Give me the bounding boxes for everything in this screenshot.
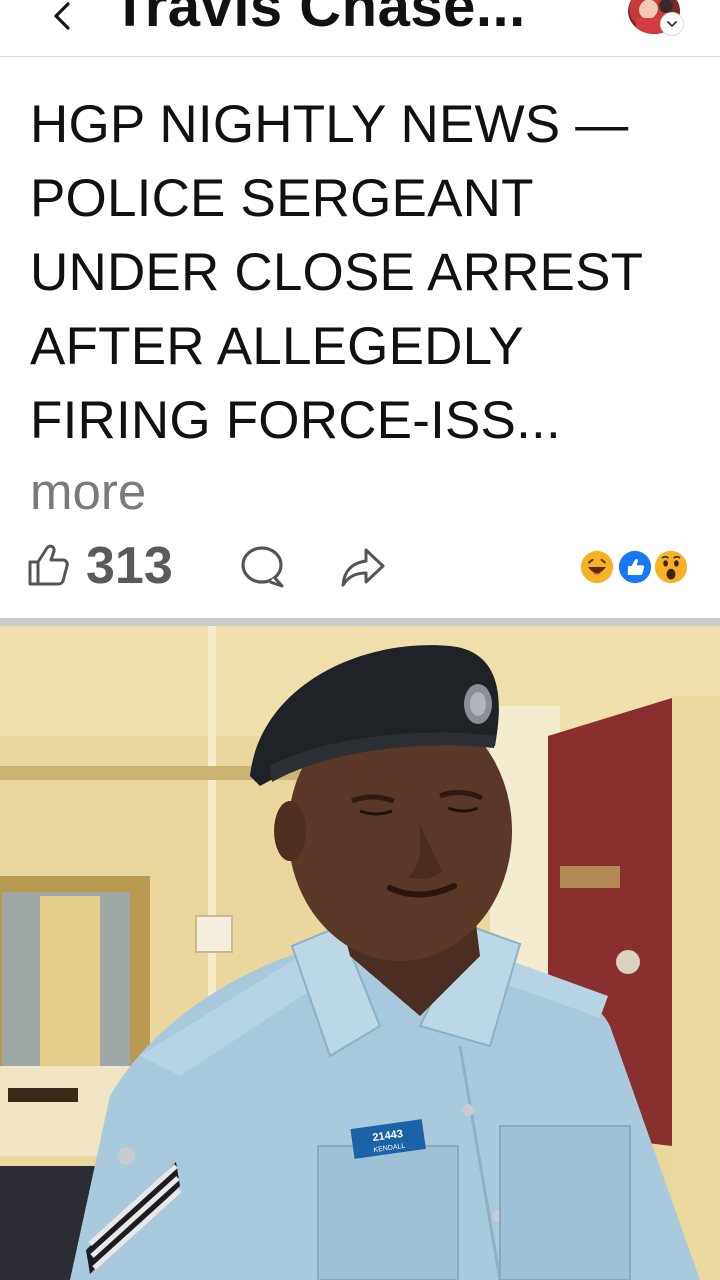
page-title[interactable]: Travis Chase... [112,0,622,42]
chevron-down-icon[interactable] [660,12,684,36]
post-text-line: FIRING FORCE-ISS... [30,391,561,450]
like-reaction [616,548,654,586]
section-divider [0,618,720,626]
comment-icon[interactable] [238,544,286,590]
share-arrow-icon[interactable] [338,544,388,590]
chevron-left-icon[interactable] [44,0,80,38]
see-more-link[interactable]: more [30,462,146,521]
post-text-line: POLICE SERGEANT [30,169,534,228]
wow-reaction [652,548,690,586]
post-view-page: Travis Chase... HGP NIGHTLY NEWS — POLIC… [0,0,720,1280]
thumbs-up-icon[interactable] [26,542,72,588]
reaction-summary[interactable] [578,548,694,588]
post-photo[interactable]: 21443 KENDALL [0,626,720,1280]
haha-reaction [578,548,616,586]
post-text-line: HGP NIGHTLY NEWS — [30,95,629,154]
post-text-line: AFTER ALLEGEDLY [30,317,524,376]
like-count[interactable]: 313 [86,536,173,596]
action-bar: 313 [0,528,720,612]
post-text: HGP NIGHTLY NEWS — POLICE SERGEANT UNDER… [30,88,700,458]
top-bar: Travis Chase... [0,0,720,57]
post-text-line: UNDER CLOSE ARREST [30,243,644,302]
